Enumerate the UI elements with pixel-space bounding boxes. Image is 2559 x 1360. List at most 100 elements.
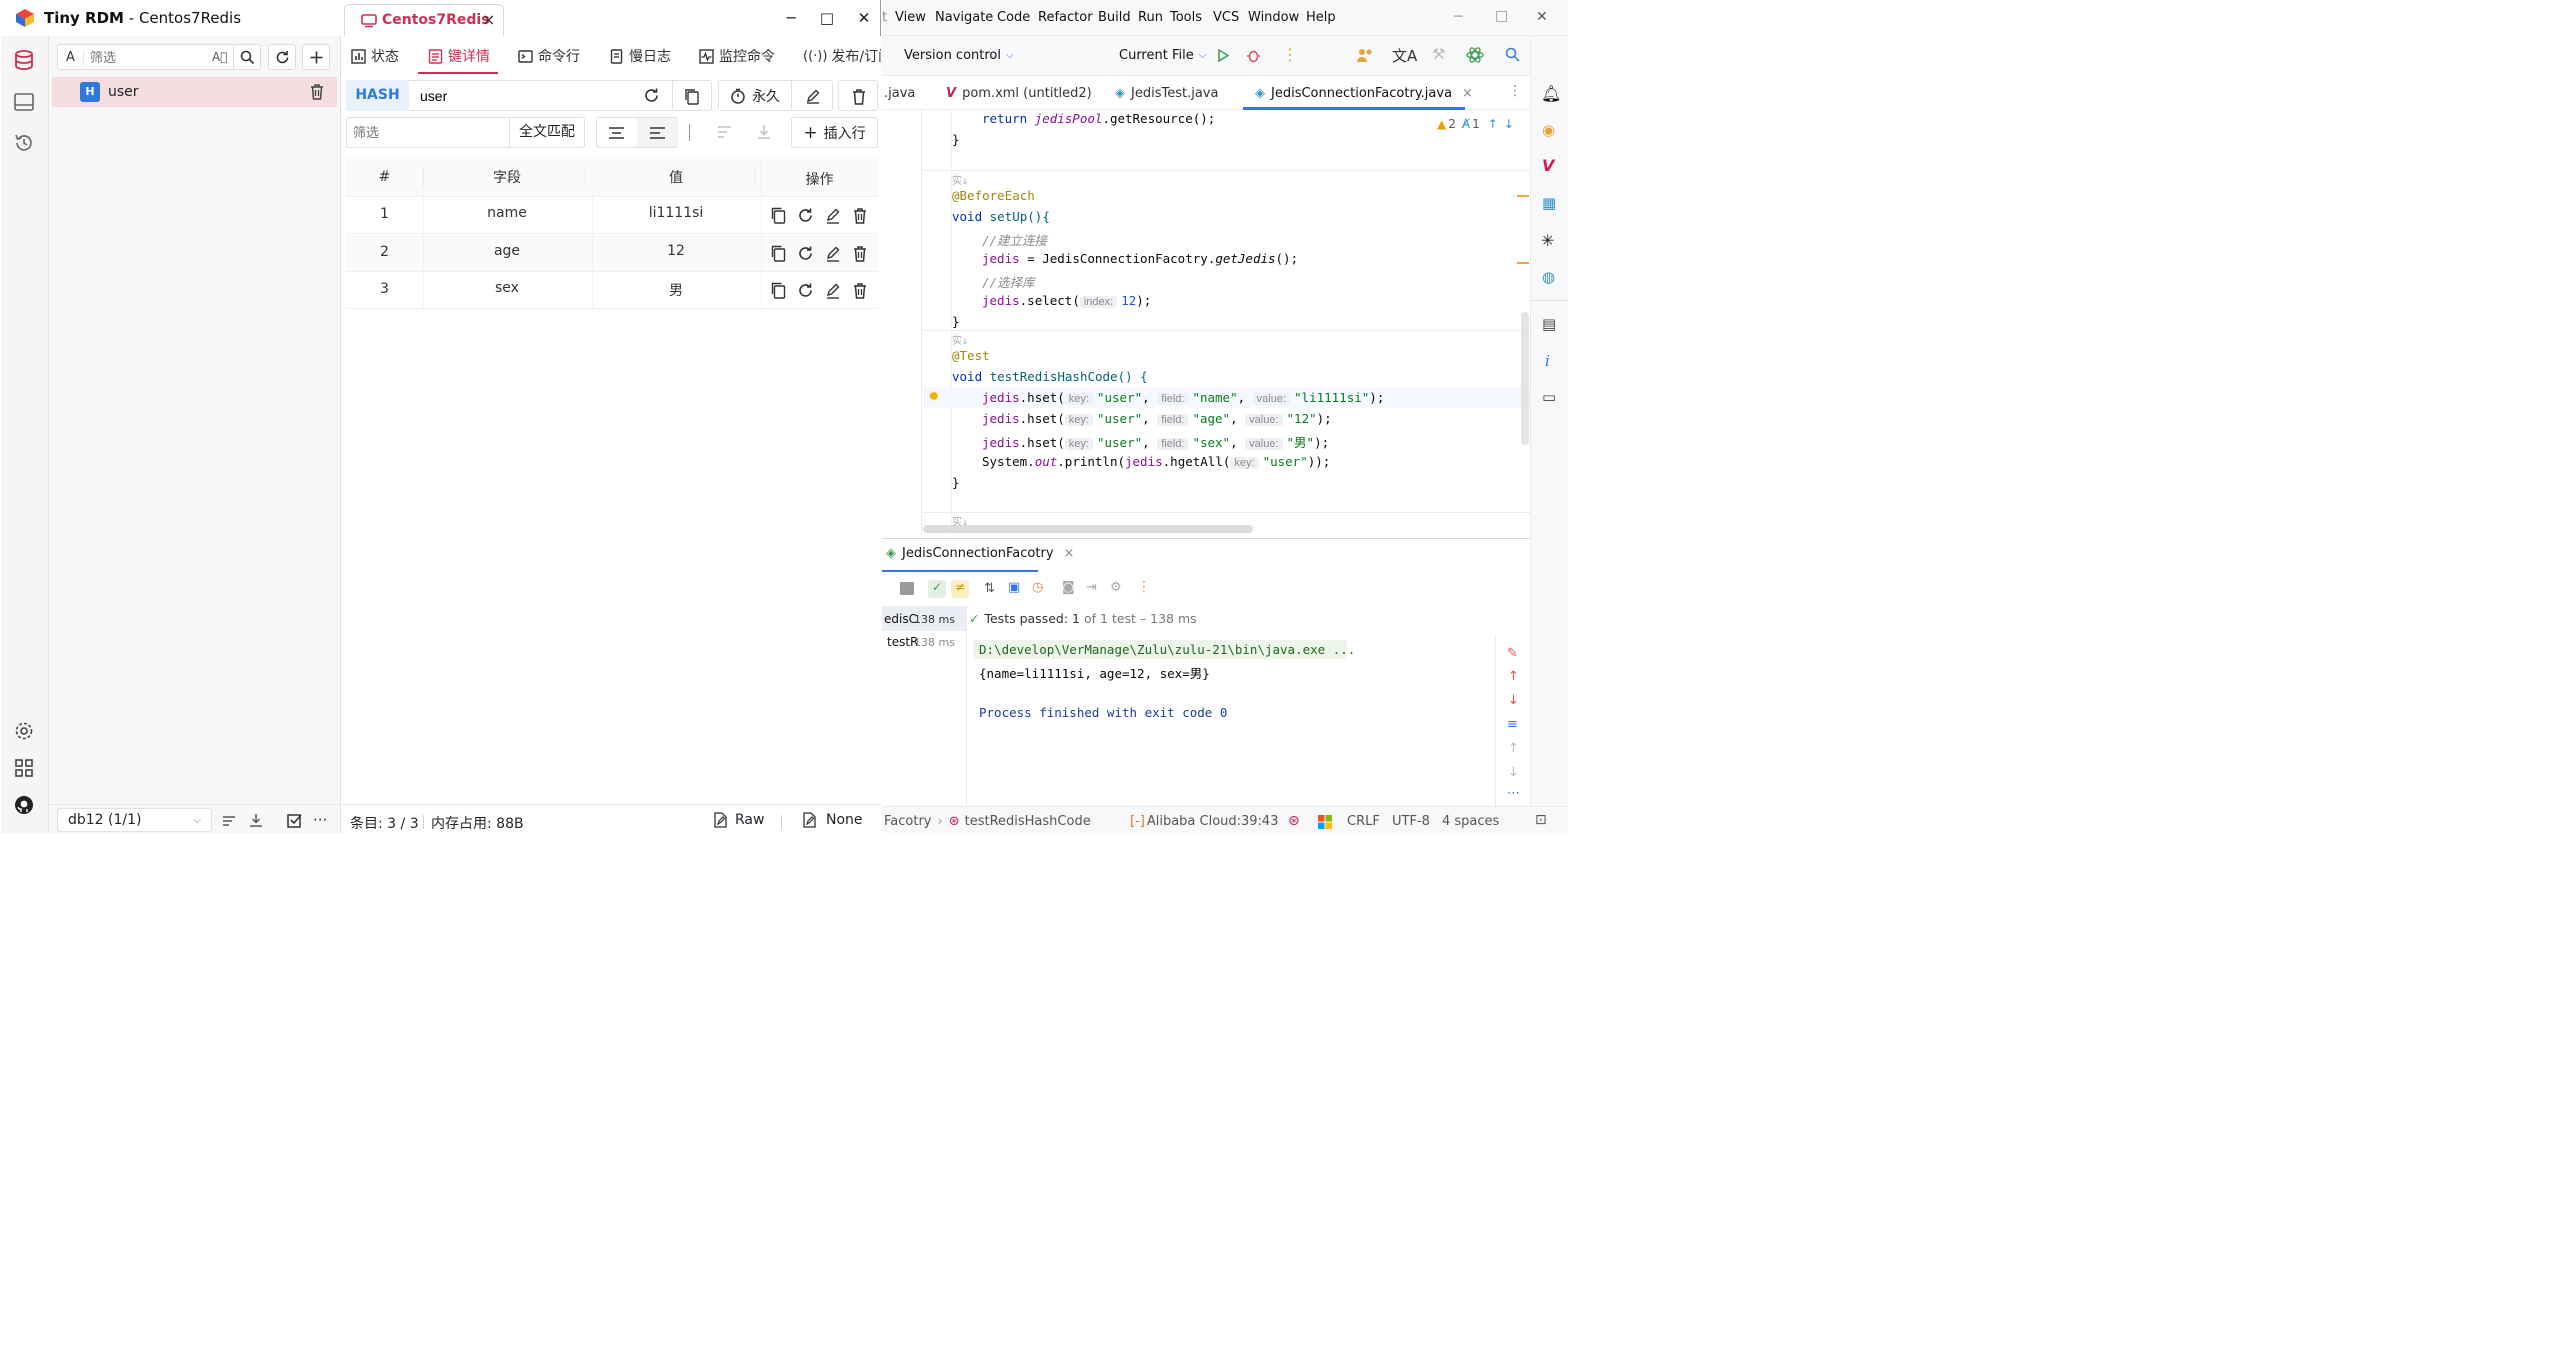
reload-row-icon[interactable] (797, 207, 814, 224)
align-left-icon[interactable] (649, 126, 666, 140)
export-download-icon[interactable] (756, 123, 772, 140)
reload-row-icon[interactable] (797, 245, 814, 262)
tab-centos7redis[interactable]: Centos7Redis × (344, 4, 504, 36)
settings-icon[interactable]: ⚙ (1110, 580, 1122, 595)
lightbulb-icon[interactable]: ✹ (928, 389, 940, 405)
down-icon[interactable]: ↓ (1508, 765, 1519, 780)
code-line[interactable]: @Test (952, 348, 990, 363)
add-key-button[interactable] (302, 44, 330, 70)
menu-help[interactable]: Help (1306, 10, 1336, 25)
soft-wrap-icon[interactable]: ≡ (1507, 717, 1518, 732)
insert-row-button[interactable]: + 插入行 (791, 117, 878, 148)
version-control-dropdown[interactable]: Version control ⌵ (904, 48, 1014, 63)
console-line[interactable]: D:\develop\VerManage\Zulu\zulu-21\bin\ja… (979, 642, 1355, 657)
close-tab-icon[interactable]: × (1064, 546, 1075, 561)
more-icon[interactable]: ⋯ (1507, 786, 1520, 801)
show-ignored-icon[interactable]: ≠ (951, 580, 969, 598)
more-actions-icon[interactable]: ⋮ (1137, 579, 1151, 595)
info-tool-icon[interactable]: i (1545, 352, 1550, 370)
tab-slow-log[interactable]: 慢日志 (609, 46, 671, 66)
col-value[interactable]: 值 (592, 167, 760, 187)
code-with-me-icon[interactable] (1356, 47, 1374, 63)
file-encoding[interactable]: UTF-8 (1392, 814, 1430, 829)
table-row[interactable]: 3 sex 男 (346, 272, 878, 309)
ide-close-button[interactable]: ✕ (1536, 9, 1548, 25)
close-tab-icon[interactable]: × (482, 10, 495, 29)
import-tests-icon[interactable]: ▣ (1008, 580, 1020, 595)
code-line[interactable]: jedis.hset(key: "user", field: "sex", valu… (982, 432, 1329, 451)
code-line[interactable]: return jedisPool.getResource(); (982, 111, 1215, 126)
editor-scrollbar[interactable] (1521, 312, 1529, 445)
code-line[interactable]: System.out.println(jedis.hgetAll(key: "us… (982, 454, 1330, 469)
close-window-button[interactable]: ✕ (854, 8, 874, 28)
copy-row-icon[interactable] (771, 207, 786, 224)
delete-row-icon[interactable] (852, 207, 868, 224)
menu-code[interactable]: Code (997, 10, 1030, 25)
view-format-selector[interactable]: Raw (713, 812, 764, 828)
code-line[interactable]: jedis.hset(key: "user", field: "age", valu… (982, 411, 1332, 426)
refresh-value-icon[interactable] (643, 87, 660, 104)
screenshot-icon[interactable]: ◙ (1062, 580, 1075, 595)
up-icon[interactable]: ↑ (1508, 741, 1519, 756)
menu-build[interactable]: Build (1098, 10, 1131, 25)
show-passed-icon[interactable]: ✓ (928, 580, 946, 598)
fulltext-match-button[interactable]: 全文匹配 (509, 117, 585, 148)
menu-tools[interactable]: Tools (1170, 10, 1202, 25)
code-line[interactable]: void setUp(){ (952, 209, 1050, 224)
code-line[interactable]: @BeforeEach (952, 188, 1035, 203)
tab-monitor[interactable]: 监控命令 (699, 46, 775, 66)
code-line[interactable]: } (952, 475, 960, 490)
key-name-input[interactable] (412, 84, 636, 107)
minimize-button[interactable]: ─ (781, 8, 801, 28)
web-tool-icon[interactable]: ◍ (1542, 268, 1555, 286)
col-field[interactable]: 字段 (423, 167, 591, 187)
indent-setting[interactable]: 4 spaces (1442, 814, 1499, 829)
gradle-tool-icon[interactable]: ✳ (1541, 231, 1554, 250)
log-panel-icon[interactable] (13, 91, 35, 113)
database-tool-icon[interactable]: ◉ (1542, 121, 1555, 139)
history-icon[interactable] (13, 132, 35, 154)
maven-tool-icon[interactable]: V (1542, 156, 1554, 175)
run-icon[interactable] (1217, 49, 1229, 62)
cursor-position[interactable]: 39:43 (1241, 814, 1278, 829)
table-row[interactable]: 1 name li1111si (346, 197, 878, 234)
filter-type-prefix[interactable]: A (58, 49, 84, 65)
copy-row-icon[interactable] (771, 245, 786, 262)
database-icon[interactable] (13, 49, 35, 71)
scroll-up-icon[interactable]: ↑ (1508, 669, 1519, 684)
checkbox-select-icon[interactable] (286, 812, 303, 829)
clear-console-icon[interactable]: ✎ (1507, 646, 1518, 661)
code-comment[interactable]: //选择库 (982, 272, 1035, 291)
test-history-icon[interactable]: ◷ (1032, 580, 1043, 595)
debug-bug-icon[interactable] (1246, 48, 1261, 63)
github-icon[interactable] (13, 794, 35, 816)
export-icon[interactable]: ⇥ (1086, 580, 1097, 595)
delete-key-icon[interactable] (309, 83, 325, 100)
code-line[interactable]: void testRedisHashCode() { (952, 369, 1148, 384)
table-row[interactable]: 2 age 12 (346, 234, 878, 272)
alibaba-cloud-status[interactable]: [-] Alibaba Cloud: (1130, 814, 1241, 829)
tab-cli[interactable]: 命令行 (518, 46, 580, 66)
code-comment[interactable]: //建立连接 (982, 230, 1047, 249)
scroll-down-icon[interactable]: ↓ (1508, 693, 1519, 708)
run-config-dropdown[interactable]: Current File ⌵ (1119, 48, 1206, 63)
edit-row-icon[interactable] (825, 245, 841, 262)
sort-list-icon[interactable] (221, 813, 237, 829)
code-line[interactable]: } (952, 314, 960, 329)
editor-h-scrollbar[interactable] (923, 525, 1253, 533)
menu-refactor[interactable]: Refactor (1038, 10, 1093, 25)
windows-logo-icon[interactable] (1318, 815, 1332, 829)
prev-highlight-icon[interactable]: ↑ (1488, 117, 1498, 131)
plugin-status-icon[interactable]: ⊛ (1288, 813, 1300, 829)
db-selector[interactable]: db12 (1/1) ⌵ (57, 808, 212, 832)
edit-row-icon[interactable] (825, 207, 841, 224)
lock-icon[interactable]: ⊡ (1535, 812, 1547, 828)
match-case-icon[interactable]: A⃒ (212, 50, 234, 64)
copy-key-button[interactable] (672, 80, 712, 111)
line-ending[interactable]: CRLF (1347, 814, 1380, 829)
editor-tab-pom[interactable]: Vpom.xml (untitled2) (946, 86, 1092, 101)
delete-key-button[interactable] (838, 80, 878, 111)
more-options-icon[interactable]: ··· (313, 811, 327, 829)
more-actions-icon[interactable]: ⋮ (1282, 45, 1298, 64)
stop-icon[interactable] (900, 582, 914, 595)
